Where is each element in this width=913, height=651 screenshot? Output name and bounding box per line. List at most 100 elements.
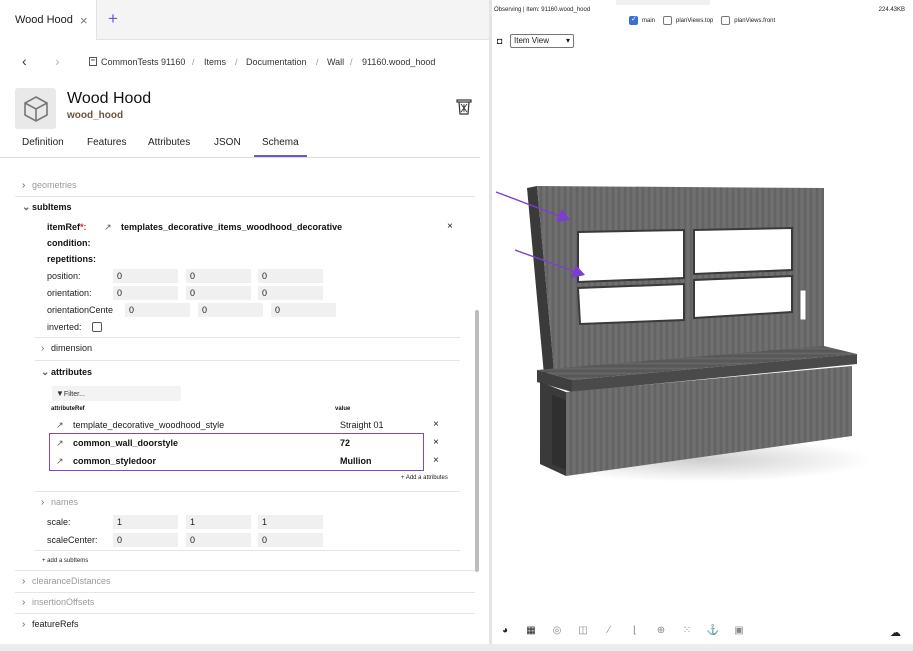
tab-json[interactable]: JSON	[214, 137, 241, 148]
attributes-label: attributes	[51, 367, 93, 377]
clearance-row[interactable]: › clearanceDistances	[22, 576, 111, 587]
orientation-center-z-input[interactable]: 0	[271, 303, 336, 317]
tab-wood-hood[interactable]: Wood Hood ×	[0, 0, 97, 40]
filter-input[interactable]: ▼Filter...	[52, 386, 181, 401]
cloud-download-icon[interactable]: ☁	[890, 626, 901, 639]
back-icon[interactable]: ‹	[22, 53, 27, 69]
orientation-x-input[interactable]: 0	[113, 286, 178, 300]
breadcrumb-item-documentation[interactable]: Documentation	[246, 57, 307, 67]
chevron-down-icon: ⌄	[41, 367, 50, 378]
view-front-checkbox[interactable]	[721, 16, 731, 25]
remove-attribute-icon[interactable]: ×	[433, 419, 439, 430]
external-link-icon[interactable]: ↗	[56, 438, 64, 449]
add-attributes-button[interactable]: + Add a attributes	[401, 475, 448, 481]
delete-icon[interactable]	[456, 98, 472, 121]
scrollbar-thumb[interactable]	[475, 310, 479, 572]
insertion-offsets-row[interactable]: › insertionOffsets	[22, 597, 94, 608]
bracket-icon[interactable]: ⌊	[628, 625, 642, 636]
repetitions-label: repetitions:	[47, 254, 97, 264]
scale-x-input[interactable]: 1	[113, 515, 178, 529]
anchor-icon[interactable]: ⚓	[706, 625, 720, 636]
position-x-input[interactable]: 0	[113, 269, 178, 283]
chevron-right-icon: ›	[22, 597, 26, 608]
remove-itemref-icon[interactable]: ×	[447, 221, 453, 232]
external-link-icon[interactable]: ↗	[56, 456, 64, 467]
names-label: names	[51, 497, 79, 507]
remove-attribute-icon[interactable]: ×	[433, 455, 439, 466]
target-icon[interactable]: ⊕	[654, 625, 668, 636]
geometries-row[interactable]: › geometries	[22, 180, 77, 191]
attribute-value[interactable]: 72	[340, 438, 350, 448]
breadcrumb: ‹ › CommonTests 91160 / Items / Document…	[0, 52, 489, 72]
required-star: *:	[80, 222, 87, 232]
close-tab-icon[interactable]: ×	[80, 13, 88, 28]
breadcrumb-item-current[interactable]: 91160.wood_hood	[362, 57, 435, 67]
orientation-z-input[interactable]: 0	[258, 286, 323, 300]
breadcrumb-separator: /	[235, 57, 238, 67]
orientation-center-label: orientationCente	[47, 305, 114, 315]
add-subitems-button[interactable]: + add a subItems	[42, 558, 88, 564]
attribute-value[interactable]: Mullion	[340, 456, 372, 466]
grid-icon[interactable]: ▦	[524, 625, 538, 636]
inverted-checkbox[interactable]	[92, 322, 102, 332]
names-row[interactable]: › names	[41, 497, 78, 508]
scale-center-z-input[interactable]: 0	[258, 533, 323, 547]
add-tab-icon[interactable]: +	[108, 9, 118, 29]
tab-definition[interactable]: Definition	[22, 137, 64, 148]
compass-icon[interactable]: ◎	[550, 625, 564, 636]
scale-y-input[interactable]: 1	[186, 515, 251, 529]
divider	[15, 613, 475, 614]
attribute-ref[interactable]: template_decorative_woodhood_style	[73, 420, 224, 430]
chevron-right-icon: ›	[22, 576, 26, 587]
breadcrumb-item-project[interactable]: CommonTests 91160	[101, 57, 185, 67]
orientation-center-x-input[interactable]: 0	[125, 303, 190, 317]
orientation-center-y-input[interactable]: 0	[198, 303, 263, 317]
filter-placeholder: Filter...	[63, 391, 85, 398]
position-z-input[interactable]: 0	[258, 269, 323, 283]
divider	[35, 550, 460, 551]
external-link-icon[interactable]: ↗	[104, 222, 112, 233]
scale-label: scale:	[47, 517, 71, 527]
breadcrumb-item-items[interactable]: Items	[204, 57, 226, 67]
scale-center-label: scaleCenter:	[47, 535, 98, 545]
attribute-value[interactable]: Straight 01	[340, 420, 384, 430]
item-cube-icon	[15, 88, 56, 129]
chevron-right-icon: ›	[22, 619, 26, 630]
handle	[799, 289, 807, 321]
dots-icon[interactable]: ⁙	[680, 625, 694, 636]
cube-outline-icon[interactable]: ◫	[576, 625, 590, 636]
left-panel: Wood Hood × + ‹ › CommonTests 91160 / It…	[0, 0, 489, 651]
divider	[15, 196, 475, 197]
external-link-icon[interactable]: ↗	[56, 420, 64, 431]
view-front-label: planViews.front	[734, 17, 776, 24]
attribute-ref[interactable]: common_styledoor	[73, 456, 156, 466]
scale-z-input[interactable]: 1	[258, 515, 323, 529]
scale-center-x-input[interactable]: 0	[113, 533, 178, 547]
itemref-value[interactable]: templates_decorative_items_woodhood_deco…	[121, 222, 342, 232]
tab-attributes[interactable]: Attributes	[148, 137, 190, 148]
palette-icon[interactable]: ◕	[498, 625, 512, 636]
annotation-arrows	[495, 191, 585, 278]
viewer-toolbar: ◕ ▦ ◎ ◫ ⁄ ⌊ ⊕ ⁙ ⚓ ▣	[498, 625, 746, 636]
feature-refs-row[interactable]: › featureRefs	[22, 619, 79, 630]
subitems-row[interactable]: ⌄ subItems	[22, 202, 72, 213]
scale-center-y-input[interactable]: 0	[186, 533, 251, 547]
position-y-input[interactable]: 0	[186, 269, 251, 283]
tab-schema[interactable]: Schema	[254, 137, 307, 157]
brush-icon[interactable]: ⁄	[602, 625, 616, 636]
breadcrumb-item-wall[interactable]: Wall	[327, 57, 344, 67]
attributes-row[interactable]: ⌄ attributes	[41, 367, 92, 378]
image-icon[interactable]: ▣	[732, 625, 746, 636]
view-mode-select[interactable]: Item View ▾	[510, 34, 574, 48]
view-main-checkbox[interactable]	[629, 15, 638, 25]
position-label: position:	[47, 271, 81, 281]
view-top-checkbox[interactable]	[663, 16, 673, 25]
tab-features[interactable]: Features	[87, 137, 126, 148]
attribute-ref[interactable]: common_wall_doorstyle	[73, 438, 178, 448]
forward-icon[interactable]: ›	[55, 53, 60, 69]
remove-attribute-icon[interactable]: ×	[433, 437, 439, 448]
insertion-offsets-label: insertionOffsets	[32, 597, 95, 607]
orientation-y-input[interactable]: 0	[186, 286, 251, 300]
dimension-row[interactable]: › dimension	[41, 343, 92, 354]
inverted-label: inverted:	[47, 322, 82, 332]
